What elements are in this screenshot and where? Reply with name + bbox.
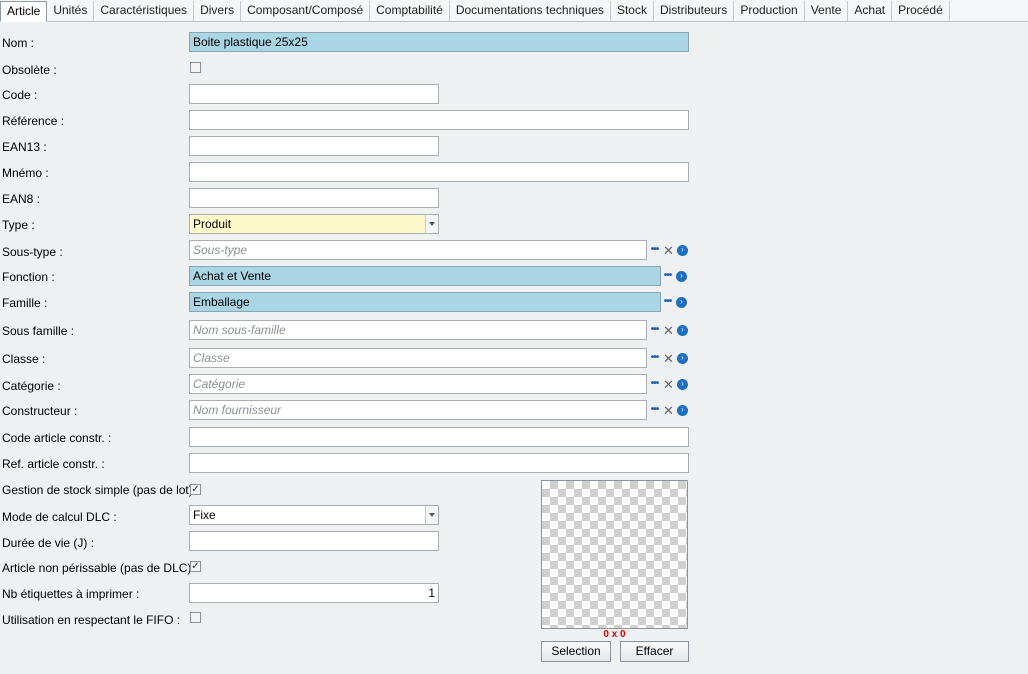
tab-divers[interactable]: Divers (194, 1, 242, 21)
constructeur-label: Constructeur : (2, 404, 78, 418)
gestion-stock-checkbox[interactable]: ✓ (190, 484, 201, 495)
non-perissable-checkbox[interactable]: ✓ (190, 561, 201, 572)
type-value: Produit (193, 217, 232, 231)
categorie-placeholder: Catégorie (193, 377, 246, 391)
duree-vie-field[interactable] (189, 531, 439, 551)
selection-button[interactable]: Selection (541, 641, 611, 662)
clear-x-icon[interactable]: ✕ (662, 321, 675, 339)
browse-ellipsis-icon[interactable]: ••• (648, 375, 661, 393)
open-arrow-icon[interactable]: › (676, 296, 687, 308)
browse-ellipsis-icon[interactable]: ••• (661, 293, 674, 311)
type-label: Type : (2, 218, 35, 232)
tab-distributeurs[interactable]: Distributeurs (654, 1, 735, 21)
image-dimensions: 0 x 0 (603, 629, 626, 640)
tab-composant-compose[interactable]: Composant/Composé (241, 1, 371, 21)
type-select[interactable]: Produit (189, 214, 439, 234)
classe-placeholder: Classe (193, 351, 230, 365)
fonction-label: Fonction : (2, 270, 55, 284)
open-arrow-icon[interactable]: › (677, 352, 688, 364)
tab-stock[interactable]: Stock (611, 1, 654, 21)
sous-famille-label: Sous famille : (2, 324, 75, 338)
ref-article-constr-label: Ref. article constr. : (2, 457, 105, 471)
non-perissable-label: Article non périssable (pas de DLC) : (2, 561, 199, 575)
clear-x-icon[interactable]: ✕ (662, 241, 675, 259)
browse-ellipsis-icon[interactable]: ••• (648, 321, 661, 339)
tab-article[interactable]: Article (0, 1, 48, 22)
famille-field[interactable]: Emballage (189, 292, 661, 312)
constructeur-placeholder: Nom fournisseur (193, 403, 282, 417)
open-arrow-icon[interactable]: › (677, 404, 688, 416)
tab-caracteristiques[interactable]: Caractéristiques (94, 1, 195, 21)
tab-unites[interactable]: Unités (47, 1, 95, 21)
tab-production[interactable]: Production (734, 1, 805, 21)
mode-dlc-value: Fixe (193, 508, 216, 522)
chevron-down-icon[interactable] (425, 215, 438, 233)
tab-comptabilite[interactable]: Comptabilité (370, 1, 450, 21)
browse-ellipsis-icon[interactable]: ••• (661, 267, 674, 285)
code-article-constr-label: Code article constr. : (2, 431, 112, 445)
tab-procede[interactable]: Procédé (892, 1, 950, 21)
ref-article-constr-field[interactable] (189, 453, 689, 473)
ean13-label: EAN13 : (2, 140, 47, 154)
chevron-down-icon[interactable] (425, 506, 438, 524)
nom-field[interactable]: Boite plastique 25x25 (189, 32, 689, 52)
nom-label: Nom : (2, 36, 35, 50)
obsolete-checkbox[interactable] (190, 62, 201, 73)
sous-type-placeholder: Sous-type (193, 243, 248, 257)
categorie-label: Catégorie : (2, 379, 61, 393)
mnemo-label: Mnémo : (2, 166, 49, 180)
open-arrow-icon[interactable]: › (677, 244, 688, 256)
clear-x-icon[interactable]: ✕ (662, 401, 675, 419)
reference-field[interactable] (189, 110, 689, 130)
nb-etiquettes-label: Nb étiquettes à imprimer : (2, 587, 140, 601)
tab-achat[interactable]: Achat (848, 1, 893, 21)
gestion-stock-label: Gestion de stock simple (pas de lot) : (2, 483, 200, 497)
open-arrow-icon[interactable]: › (677, 324, 688, 336)
clear-x-icon[interactable]: ✕ (662, 349, 675, 367)
code-label: Code : (2, 88, 38, 102)
obsolete-label: Obsolète : (2, 63, 57, 77)
tab-documentations-techniques[interactable]: Documentations techniques (450, 1, 611, 21)
sous-type-field[interactable]: Sous-type (189, 240, 647, 260)
classe-label: Classe : (2, 352, 46, 366)
categorie-field[interactable]: Catégorie (189, 374, 647, 394)
nb-etiquettes-field[interactable]: 1 (189, 583, 439, 603)
browse-ellipsis-icon[interactable]: ••• (648, 401, 661, 419)
sous-famille-field[interactable]: Nom sous-famille (189, 320, 647, 340)
sous-famille-placeholder: Nom sous-famille (193, 323, 286, 337)
mode-dlc-select[interactable]: Fixe (189, 505, 439, 525)
reference-label: Référence : (2, 114, 65, 128)
tab-vente[interactable]: Vente (805, 1, 849, 21)
ean8-field[interactable] (189, 188, 439, 208)
clear-x-icon[interactable]: ✕ (662, 375, 675, 393)
famille-label: Famille : (2, 296, 48, 310)
mnemo-field[interactable] (189, 162, 689, 182)
code-field[interactable] (189, 84, 439, 104)
tab-bar: Article Unités Caractéristiques Divers C… (0, 0, 1028, 22)
code-article-constr-field[interactable] (189, 427, 689, 447)
fonction-field[interactable]: Achat et Vente (189, 266, 661, 286)
image-preview[interactable] (541, 480, 688, 629)
fifo-checkbox[interactable] (190, 612, 201, 623)
browse-ellipsis-icon[interactable]: ••• (648, 349, 661, 367)
mode-dlc-label: Mode de calcul DLC : (2, 510, 117, 524)
classe-field[interactable]: Classe (189, 348, 647, 368)
fifo-label: Utilisation en respectant le FIFO : (2, 613, 181, 627)
browse-ellipsis-icon[interactable]: ••• (648, 241, 661, 259)
effacer-button[interactable]: Effacer (620, 641, 689, 662)
open-arrow-icon[interactable]: › (676, 270, 687, 282)
ean13-field[interactable] (189, 136, 439, 156)
open-arrow-icon[interactable]: › (677, 378, 688, 390)
sous-type-label: Sous-type : (2, 245, 63, 259)
constructeur-field[interactable]: Nom fournisseur (189, 400, 647, 420)
ean8-label: EAN8 : (2, 192, 41, 206)
duree-vie-label: Durée de vie (J) : (2, 536, 95, 550)
